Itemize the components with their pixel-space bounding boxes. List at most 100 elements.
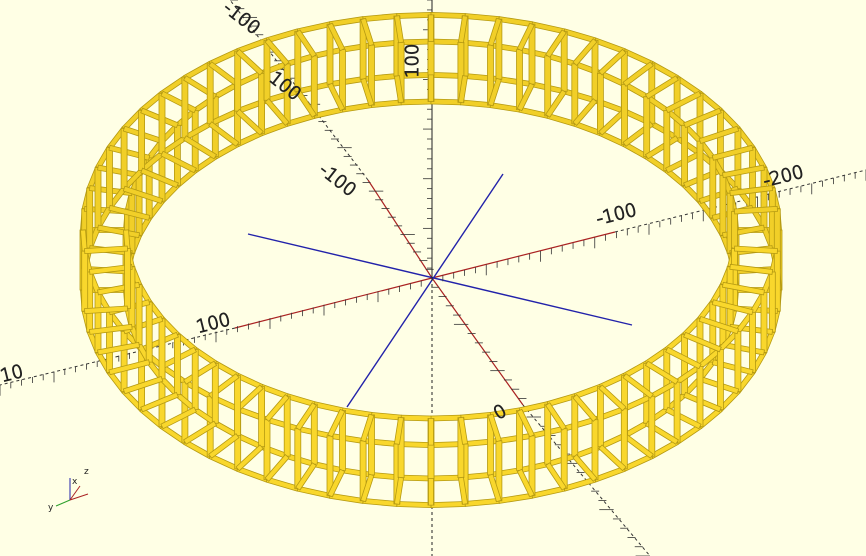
ring-crossbar-top — [428, 14, 434, 42]
x-axis-positive — [234, 277, 433, 329]
ring-post — [211, 362, 219, 424]
ring-rail — [400, 98, 432, 106]
ring-rail — [518, 106, 549, 119]
ring-post — [768, 271, 776, 333]
ring-post — [86, 187, 94, 249]
y-axis-front — [431, 277, 524, 406]
3d-viewport[interactable]: 100 -100 -200 100 -100 -100 100 10 0 x y… — [0, 0, 866, 556]
ring-post — [643, 96, 651, 158]
ring-post — [719, 284, 727, 346]
ring-rail — [489, 102, 521, 113]
ring-post — [310, 55, 318, 117]
ring-rail — [265, 476, 299, 492]
ring-rail — [464, 73, 500, 83]
ring-post — [760, 291, 768, 353]
ring-rail — [296, 485, 331, 499]
ring-rail — [370, 411, 402, 421]
ring-post — [560, 30, 568, 92]
ring-rail — [498, 432, 533, 444]
ring-rail — [400, 414, 432, 422]
ring-rail — [531, 21, 566, 35]
ring-post — [181, 77, 189, 139]
axis-label-x-negative: -100 — [594, 200, 639, 230]
ring-rail — [265, 28, 299, 44]
ring-post — [648, 395, 656, 457]
ring-post — [206, 63, 214, 125]
ring-rail — [464, 497, 500, 507]
ring-rail — [265, 416, 299, 432]
ring-rail — [498, 492, 533, 504]
axes-orientation-gizmo: x y z — [48, 467, 89, 513]
ring-post — [124, 248, 131, 309]
ring-post — [135, 174, 143, 236]
ring-post — [158, 318, 166, 380]
ring-crossbar-bottom — [665, 406, 702, 430]
ring-rail — [430, 11, 466, 19]
ring-crossbar-bottom — [428, 478, 434, 506]
ring-rail — [341, 407, 373, 418]
scene-canvas[interactable]: 100 -100 -200 100 -100 -100 100 10 0 x y… — [0, 0, 866, 556]
ring-post — [120, 330, 128, 392]
gizmo-z-label: z — [84, 467, 89, 477]
ring-post — [81, 250, 89, 312]
ring-rail — [563, 476, 597, 492]
ring-post — [234, 50, 242, 112]
ring-rail — [341, 42, 373, 53]
ring-post — [621, 83, 628, 145]
ring-crossbar-top — [721, 164, 765, 179]
ring-rail — [430, 98, 462, 106]
ring-post — [94, 291, 102, 353]
ring-crossbar-bottom — [160, 406, 197, 430]
ring-rail — [563, 416, 597, 432]
gizmo-y-label: y — [48, 503, 54, 513]
ring-crossbar-bottom — [183, 135, 218, 160]
ring-rail — [563, 88, 597, 104]
ring-post — [560, 428, 568, 490]
ring-rail — [460, 99, 492, 109]
ring-rail — [498, 76, 533, 88]
ring-rail — [341, 102, 373, 113]
ring-rail — [531, 485, 566, 499]
ring-post — [283, 395, 291, 457]
ring-rail — [329, 492, 364, 504]
ring-post — [234, 375, 241, 437]
ring-post — [191, 349, 199, 411]
ring-crossbar-top — [183, 360, 218, 385]
ring-post — [696, 365, 704, 427]
ring-rail — [518, 401, 549, 414]
ring-post — [734, 128, 742, 190]
y-axis-back — [367, 179, 433, 279]
axis-label-y-negative: -100 — [315, 159, 360, 201]
ring-post — [571, 63, 579, 125]
ring-post — [673, 381, 681, 443]
ring-post — [681, 124, 688, 186]
gizmo-x-label: x — [72, 477, 78, 487]
ring-rail — [400, 474, 432, 482]
ring-post — [734, 330, 742, 392]
blue-axis-b — [346, 173, 504, 408]
ring-rail — [329, 432, 364, 444]
ring-rail — [489, 42, 521, 53]
ring-post — [145, 301, 153, 363]
ring-rail — [430, 38, 462, 46]
ring-post — [158, 93, 166, 155]
axis-label-top-corner: -100 — [219, 0, 264, 39]
ring-post — [663, 110, 671, 171]
ring-post — [294, 428, 302, 490]
ring-rail — [396, 11, 432, 19]
ring-rail — [563, 28, 597, 44]
ring-crossbar-top — [428, 418, 434, 446]
ring-post — [544, 403, 552, 465]
ring-post — [591, 419, 599, 481]
ring-crossbar-bottom — [428, 74, 434, 102]
ring-post — [138, 349, 146, 410]
ring-post — [173, 124, 181, 186]
ring-post — [173, 334, 181, 396]
ring-post — [258, 386, 266, 448]
ring-rail — [313, 106, 344, 119]
ring-post — [544, 55, 552, 117]
ring-rail — [296, 21, 331, 35]
ring-crossbar-top — [160, 90, 197, 114]
ring-post — [138, 110, 146, 171]
ring-post — [717, 110, 724, 171]
